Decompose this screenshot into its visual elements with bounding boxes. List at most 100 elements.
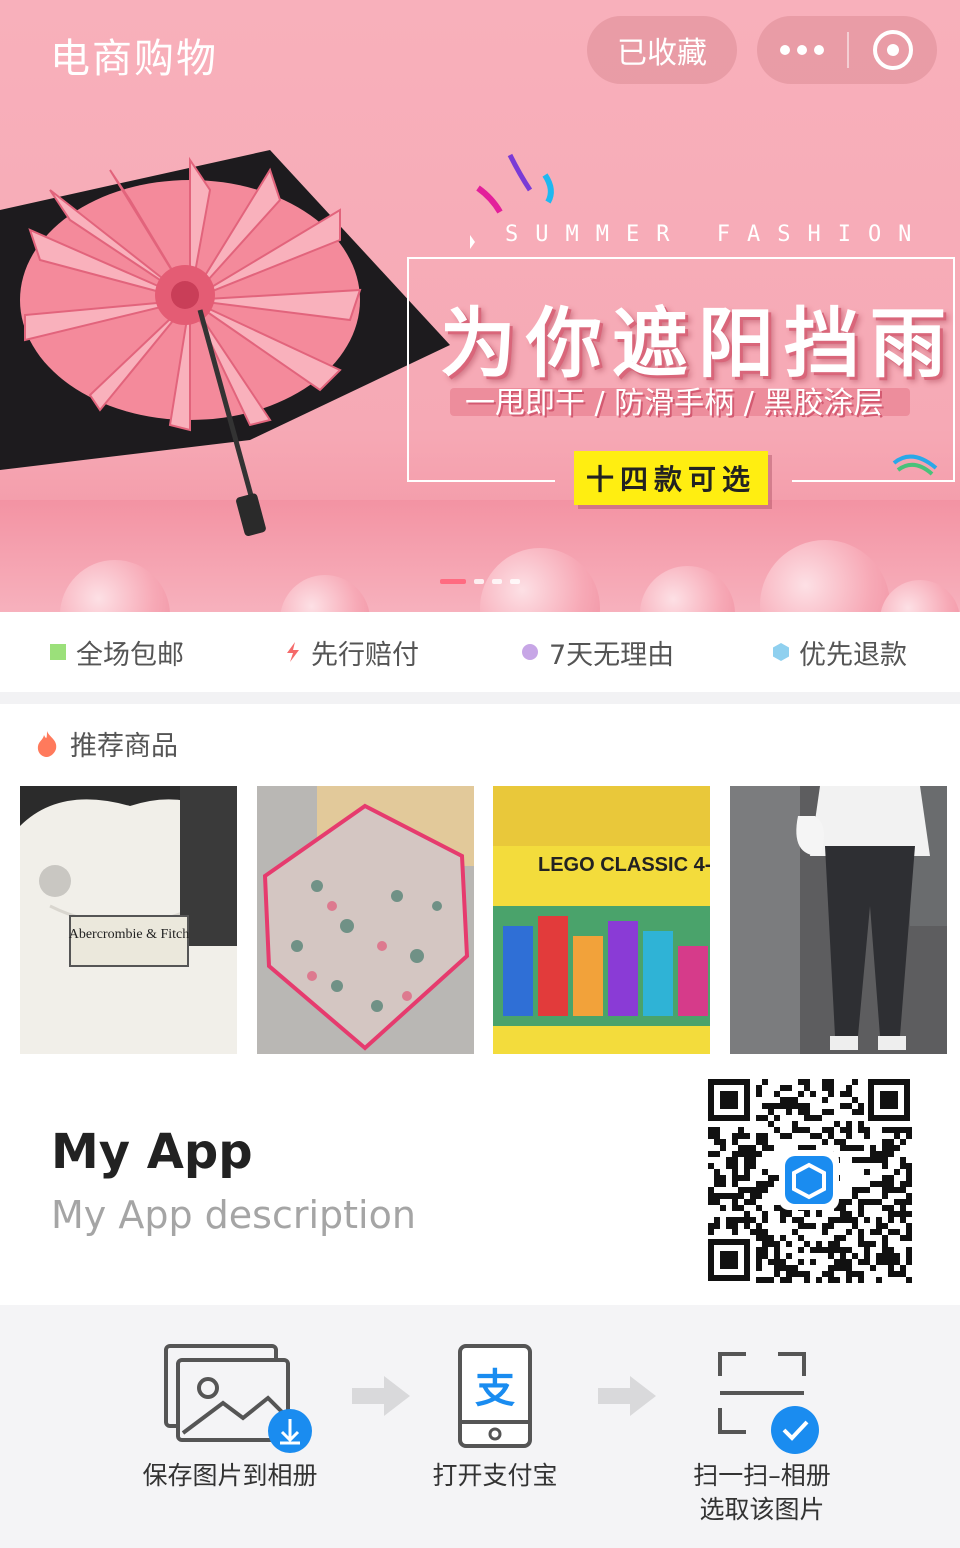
qr-module <box>906 1127 912 1133</box>
qr-module <box>732 1157 738 1163</box>
qr-module <box>858 1199 864 1205</box>
qr-module <box>858 1211 864 1217</box>
qr-module <box>864 1133 870 1139</box>
lego-box-text: LEGO CLASSIC 4-99 1500 <box>538 854 710 876</box>
qr-module <box>906 1193 912 1199</box>
qr-module <box>900 1211 906 1217</box>
close-button[interactable] <box>849 16 937 84</box>
qr-module <box>762 1235 768 1241</box>
qr-module <box>708 1127 714 1133</box>
qr-module <box>834 1241 840 1247</box>
qr-module <box>822 1085 828 1091</box>
qr-module <box>774 1241 780 1247</box>
qr-module <box>756 1205 762 1211</box>
qr-module <box>732 1199 738 1205</box>
qr-module <box>738 1133 744 1139</box>
qr-module <box>714 1217 720 1223</box>
feature-free-shipping: 全场包邮 <box>50 612 184 692</box>
qr-module <box>828 1133 834 1139</box>
qr-module <box>882 1253 888 1259</box>
qr-module <box>756 1133 762 1139</box>
qr-module <box>810 1223 816 1229</box>
product-card[interactable] <box>730 786 947 1054</box>
carousel-dot[interactable] <box>510 579 520 584</box>
qr-module <box>888 1253 894 1259</box>
qr-module <box>828 1247 834 1253</box>
qr-module <box>840 1205 846 1211</box>
qr-module <box>708 1229 714 1235</box>
qr-module <box>906 1247 912 1253</box>
qr-module <box>834 1265 840 1271</box>
qr-module <box>732 1205 738 1211</box>
app-name: My App <box>51 1124 253 1180</box>
product-card[interactable]: Abercrombie & Fitch <box>20 786 237 1054</box>
more-dots-icon <box>780 45 824 55</box>
recommended-header: 推荐商品 <box>36 724 178 763</box>
qr-module <box>726 1223 732 1229</box>
more-button[interactable] <box>757 16 847 84</box>
qr-module <box>888 1247 894 1253</box>
qr-module <box>882 1145 888 1151</box>
qr-module <box>714 1199 720 1205</box>
qr-module <box>738 1151 744 1157</box>
qr-module <box>720 1139 726 1145</box>
qr-module <box>906 1163 912 1169</box>
promo-banner[interactable]: 电商购物 已收藏 SUMMER FASHION 为你遮阳挡雨 一甩即干 / 防滑… <box>0 0 960 612</box>
qr-module <box>900 1139 906 1145</box>
qr-module <box>714 1175 720 1181</box>
qr-module <box>798 1259 804 1265</box>
qr-module <box>762 1253 768 1259</box>
carousel-dot[interactable] <box>440 579 466 584</box>
qr-module <box>840 1211 846 1217</box>
favorited-button[interactable]: 已收藏 <box>587 16 737 84</box>
qr-module <box>852 1187 858 1193</box>
qr-module <box>810 1247 816 1253</box>
carousel-indicator[interactable] <box>440 579 520 584</box>
qr-module <box>798 1235 804 1241</box>
qr-module <box>852 1145 858 1151</box>
qr-module <box>876 1229 882 1235</box>
carousel-dot[interactable] <box>492 579 502 584</box>
carousel-dot[interactable] <box>474 579 484 584</box>
qr-module <box>786 1241 792 1247</box>
qr-module <box>840 1247 846 1253</box>
product-card[interactable] <box>257 786 474 1054</box>
qr-module <box>858 1145 864 1151</box>
qr-module <box>756 1259 762 1265</box>
feature-7day-return: 7天无理由 <box>521 612 674 692</box>
qr-module <box>804 1241 810 1247</box>
qr-module <box>768 1241 774 1247</box>
qr-module <box>900 1157 906 1163</box>
qr-module <box>834 1139 840 1145</box>
qr-module <box>894 1229 900 1235</box>
tshirt-image: Abercrombie & Fitch <box>20 786 237 1054</box>
qr-module <box>786 1085 792 1091</box>
qr-module <box>714 1151 720 1157</box>
qr-module <box>756 1223 762 1229</box>
qr-module <box>732 1151 738 1157</box>
lego-box-image: LEGO CLASSIC 4-99 1500 <box>493 786 710 1054</box>
qr-module <box>852 1223 858 1229</box>
qr-module <box>708 1199 714 1205</box>
qr-module <box>870 1145 876 1151</box>
qr-module <box>906 1229 912 1235</box>
qr-module <box>726 1193 732 1199</box>
product-card[interactable]: LEGO CLASSIC 4-99 1500 <box>493 786 710 1054</box>
qr-module <box>756 1187 762 1193</box>
qr-module <box>864 1259 870 1265</box>
qr-module <box>906 1181 912 1187</box>
qr-module <box>780 1085 786 1091</box>
arrow-right-icon <box>598 1376 656 1416</box>
qr-module <box>762 1187 768 1193</box>
qr-module <box>816 1115 822 1121</box>
qr-module <box>828 1265 834 1271</box>
feature-label: 优先退款 <box>799 639 907 671</box>
frame-line <box>792 480 955 482</box>
qr-module <box>756 1181 762 1187</box>
qr-code-image[interactable] <box>706 1077 912 1283</box>
qr-module <box>882 1187 888 1193</box>
qr-module <box>834 1217 840 1223</box>
qr-module <box>708 1133 714 1139</box>
qr-module <box>858 1157 864 1163</box>
qr-module <box>798 1271 804 1277</box>
